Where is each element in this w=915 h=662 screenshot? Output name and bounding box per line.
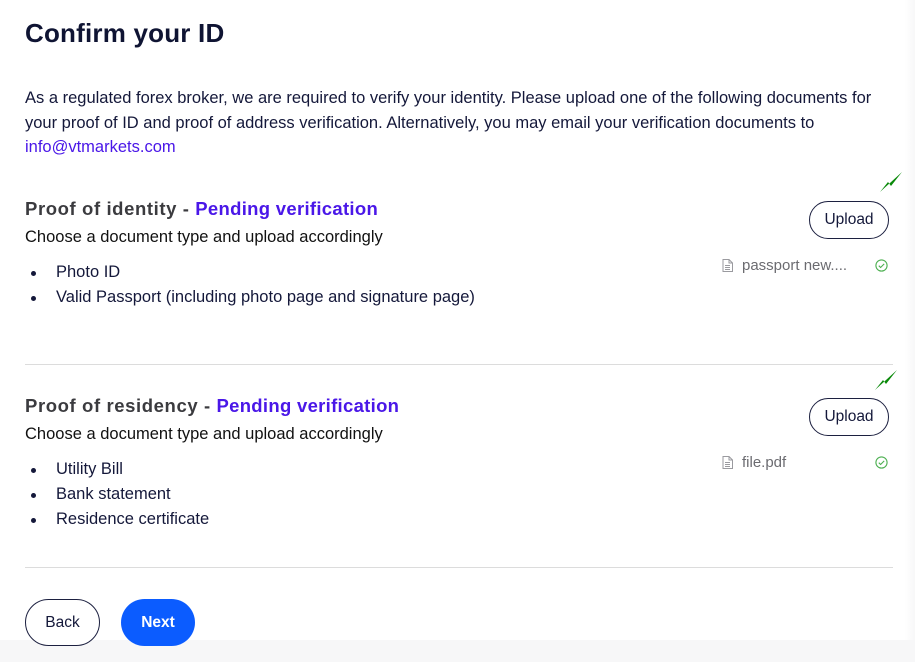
proof-of-identity-section: Proof of identity - Pending verification… [25,196,893,310]
uploaded-file: file.pdf [722,452,888,472]
document-icon [722,455,733,469]
list-item-label: Valid Passport (including photo page and… [56,288,475,306]
check-circle-icon [875,455,888,469]
section-heading: Proof of identity - Pending verification [25,196,893,222]
next-button[interactable]: Next [121,599,195,646]
footer-divider [25,567,893,568]
upload-button[interactable]: Upload [809,398,889,436]
list-item: Bank statement [25,482,893,507]
intro-body: As a regulated forex broker, we are requ… [25,89,872,132]
section-heading-label: Proof of identity - [25,198,196,219]
section-subtitle: Choose a document type and upload accord… [25,425,383,443]
list-item: Residence certificate [25,507,893,532]
uploaded-file: passport new.... [722,255,888,275]
cursor-pointer-icon [880,172,902,192]
check-circle-icon [875,258,888,272]
list-item-label: Bank statement [56,485,171,503]
bullet-icon [31,493,36,498]
bullet-icon [31,468,36,473]
upload-button[interactable]: Upload [809,201,889,239]
section-heading: Proof of residency - Pending verificatio… [25,393,893,419]
bullet-icon [31,296,36,301]
document-icon [722,258,733,272]
cursor-pointer-icon [875,370,897,390]
bullet-icon [31,271,36,276]
list-item-label: Residence certificate [56,510,210,528]
file-name: passport new.... [742,256,848,274]
back-button[interactable]: Back [25,599,100,646]
bullet-icon [31,518,36,523]
list-item: Valid Passport (including photo page and… [25,285,893,310]
proof-of-residency-section: Proof of residency - Pending verificatio… [25,393,893,532]
page-title: Confirm your ID [25,18,225,48]
file-name: file.pdf [742,453,787,471]
confirm-id-page: Confirm your ID As a regulated forex bro… [0,0,915,662]
status-badge: Pending verification [216,395,400,416]
section-heading-label: Proof of residency - [25,395,217,416]
section-divider [25,364,893,365]
intro-text: As a regulated forex broker, we are requ… [25,86,885,160]
list-item-label: Photo ID [56,263,121,281]
scroll-edge-shade [905,0,915,640]
status-badge: Pending verification [195,198,379,219]
list-item-label: Utility Bill [56,460,123,478]
section-subtitle: Choose a document type and upload accord… [25,228,383,246]
email-link[interactable]: info@vtmarkets.com [25,138,176,156]
